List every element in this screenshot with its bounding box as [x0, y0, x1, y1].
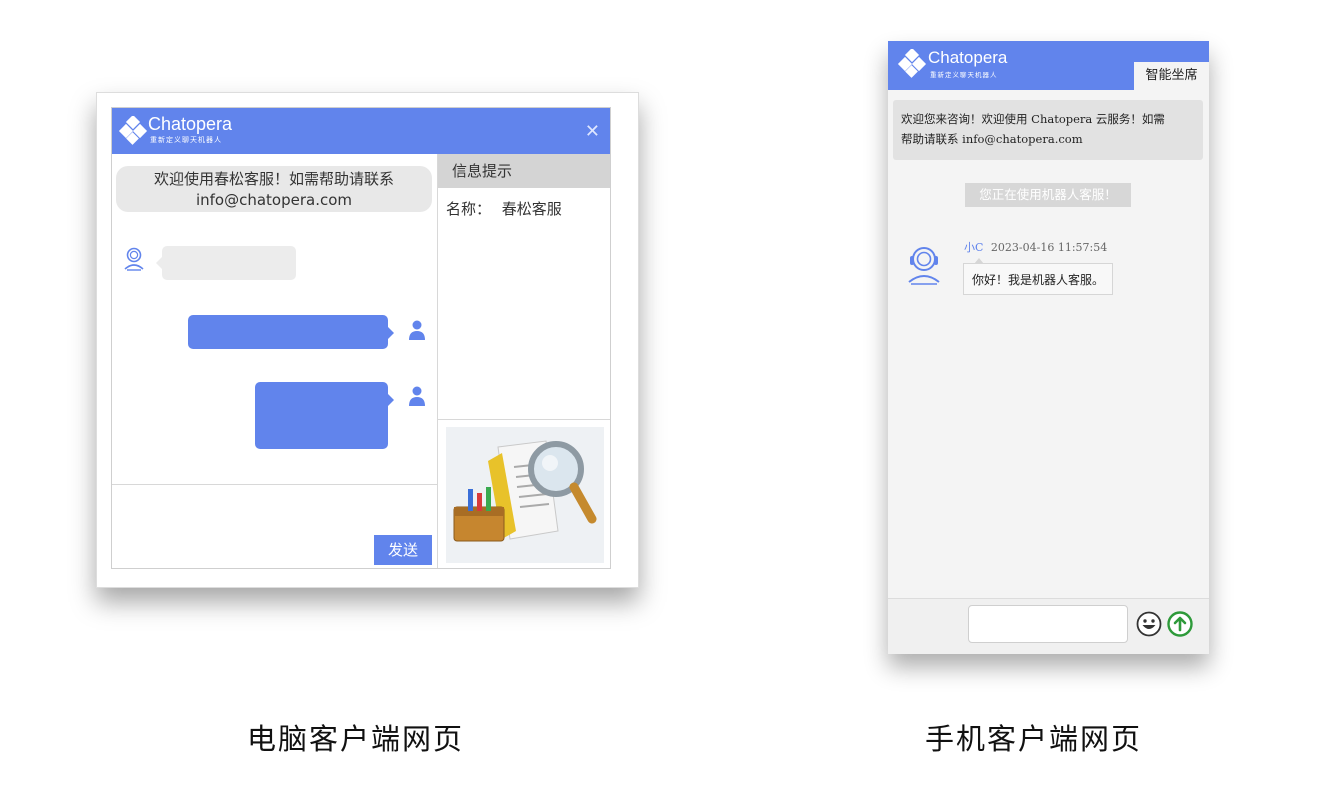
chatopera-logo-icon: [118, 116, 148, 145]
mobile-welcome-message: 欢迎您来咨询！欢迎使用 Chatopera 云服务！如需 帮助请联系 info@…: [893, 100, 1203, 160]
user-avatar-icon: [409, 320, 425, 340]
close-icon[interactable]: ✕: [585, 121, 600, 142]
tools-magnifier-illustration: [446, 427, 604, 563]
brand-tagline: 重新定义聊天机器人: [150, 136, 222, 144]
tab-smart-agent[interactable]: 智能坐席: [1134, 62, 1209, 90]
mobile-input-bar: [888, 598, 1209, 654]
desktop-chat-widget: Chatopera 重新定义聊天机器人 ✕ 欢迎使用春松客服！如需帮助请联系 i…: [96, 92, 639, 588]
info-name-value: 春松客服: [501, 200, 562, 218]
desktop-message-area[interactable]: 欢迎使用春松客服！如需帮助请联系 info@chatopera.com: [112, 154, 438, 484]
user-message-bubble: [255, 382, 394, 449]
agent-message-bubble: [156, 246, 296, 280]
mobile-caption: 手机客户端网页: [925, 722, 1143, 756]
user-avatar-icon: [409, 386, 425, 406]
info-panel: 信息提示 名称： 春松客服: [438, 154, 610, 567]
message-sender-line: 小C 2023-04-16 11:57:54: [964, 239, 1107, 255]
message-input[interactable]: [968, 605, 1128, 643]
mobile-welcome-line-1: 欢迎您来咨询！欢迎使用 Chatopera 云服务！如需: [901, 112, 1165, 126]
desktop-header: Chatopera 重新定义聊天机器人 ✕: [112, 108, 610, 154]
desktop-chat-window: Chatopera 重新定义聊天机器人 ✕ 欢迎使用春松客服！如需帮助请联系 i…: [111, 107, 611, 569]
welcome-line-1: 欢迎使用春松客服！如需帮助请联系: [153, 170, 394, 188]
agent-headset-avatar-icon: [908, 247, 940, 285]
desktop-caption: 电脑客户端网页: [247, 722, 465, 756]
welcome-message: 欢迎使用春松客服！如需帮助请联系 info@chatopera.com: [116, 166, 432, 212]
mobile-chat-widget: Chatopera 重新定义聊天机器人 智能坐席 欢迎您来咨询！欢迎使用 Cha…: [888, 41, 1209, 654]
robot-service-notice: 您正在使用机器人客服！: [965, 183, 1131, 207]
mobile-welcome-line-2: 帮助请联系 info@chatopera.com: [901, 132, 1083, 146]
chatopera-logo-icon: [897, 49, 927, 78]
agent-message-bubble: 你好！我是机器人客服。: [963, 258, 1114, 295]
brand-tagline: 重新定义聊天机器人: [930, 71, 998, 79]
info-panel-title: 信息提示: [438, 154, 610, 188]
info-panel-divider: [438, 419, 610, 420]
brand-name: Chatopera: [928, 48, 1008, 67]
user-message-bubble: [188, 315, 394, 349]
agent-avatar-icon: [124, 247, 144, 271]
send-arrow-icon[interactable]: [1167, 611, 1193, 637]
send-button[interactable]: 发送: [374, 535, 432, 565]
mobile-header: Chatopera 重新定义聊天机器人 智能坐席: [888, 41, 1209, 90]
sender-name: 小C: [964, 241, 984, 254]
brand-name: Chatopera: [148, 114, 233, 134]
message-timestamp: 2023-04-16 11:57:54: [990, 241, 1108, 254]
welcome-line-2: info@chatopera.com: [195, 191, 353, 209]
info-name-row: 名称： 春松客服: [446, 198, 562, 219]
emoji-icon[interactable]: [1136, 611, 1162, 637]
info-name-label: 名称：: [446, 200, 492, 218]
desktop-message-input[interactable]: 发送: [112, 484, 438, 568]
